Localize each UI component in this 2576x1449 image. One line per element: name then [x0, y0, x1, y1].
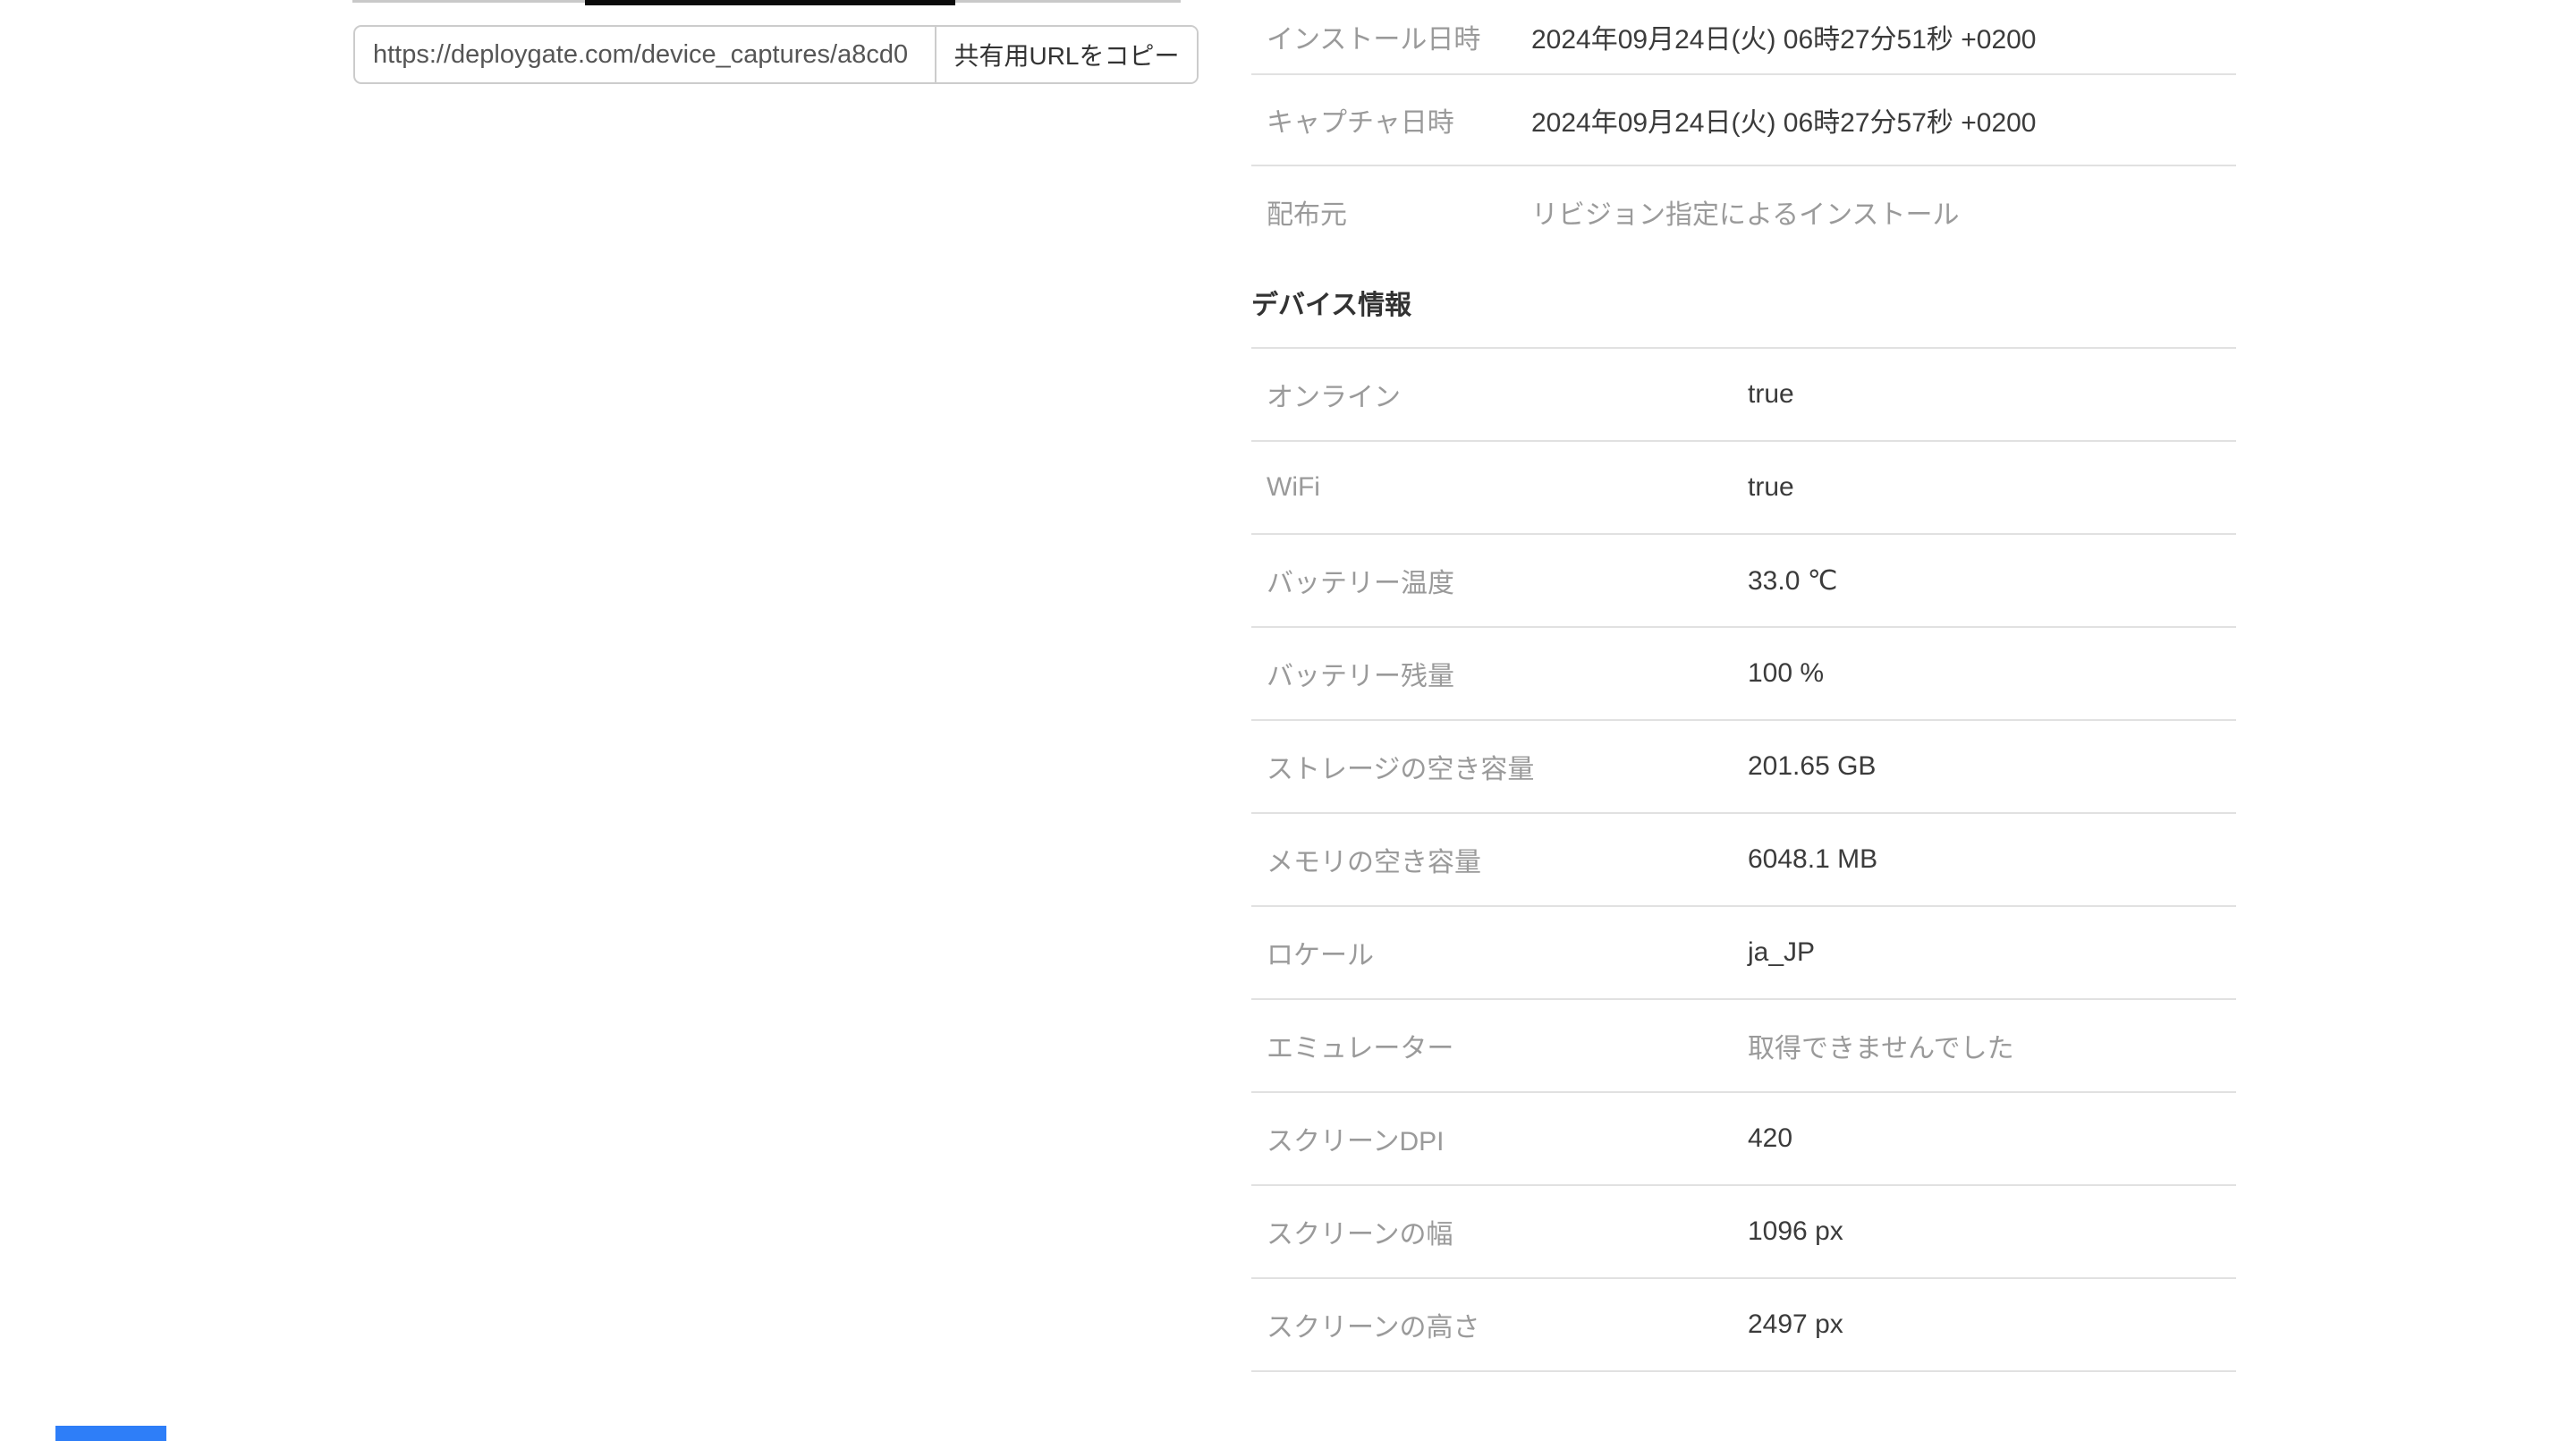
row-label: 配布元 [1267, 200, 1347, 230]
device-row-free-storage: ストレージの空き容量 201.65 GB [1251, 721, 2236, 814]
row-value: 201.65 GB [1748, 751, 1877, 781]
row-label: スクリーンの幅 [1267, 1220, 1453, 1250]
copy-share-url-button[interactable]: 共有用URLをコピー [935, 27, 1197, 82]
device-info-section-title: デバイス情報 [1251, 258, 2236, 349]
row-label: スクリーンDPI [1267, 1127, 1445, 1157]
device-row-screen-dpi: スクリーンDPI 420 [1251, 1093, 2236, 1186]
row-value: 1096 px [1748, 1216, 1843, 1246]
device-row-locale: ロケール ja_JP [1251, 907, 2236, 1000]
row-value: true [1748, 472, 1794, 502]
capture-info-panel: インストール日時 2024年09月24日(火) 06時27分51秒 +0200 … [1251, 0, 2236, 1372]
row-value: ja_JP [1748, 937, 1816, 967]
row-value: 6048.1 MB [1748, 844, 1878, 874]
device-row-wifi: WiFi true [1251, 442, 2236, 535]
row-label: オンライン [1267, 383, 1401, 412]
row-value: 33.0 ℃ [1748, 565, 1838, 596]
row-label: インストール日時 [1267, 25, 1481, 55]
bottom-scrollbar-thumb[interactable] [55, 1426, 166, 1441]
device-row-screen-height: スクリーンの高さ 2497 px [1251, 1279, 2236, 1372]
device-row-screen-width: スクリーンの幅 1096 px [1251, 1186, 2236, 1279]
row-label: ストレージの空き容量 [1267, 755, 1535, 784]
row-value: 2497 px [1748, 1309, 1843, 1339]
row-label: ロケール [1267, 941, 1374, 970]
info-row-distributor: 配布元 リビジョン指定によるインストール [1251, 166, 2236, 258]
row-value: true [1748, 379, 1794, 409]
device-row-battery-level: バッテリー残量 100 % [1251, 628, 2236, 721]
info-row-captured-at: キャプチャ日時 2024年09月24日(火) 06時27分57秒 +0200 [1251, 75, 2236, 166]
row-label: スクリーンの高さ [1267, 1313, 1480, 1343]
device-row-emulator: エミュレーター 取得できませんでした [1251, 1000, 2236, 1093]
row-label: メモリの空き容量 [1267, 848, 1481, 877]
row-value: 2024年09月24日(火) 06時27分57秒 +0200 [1531, 108, 2037, 138]
device-screenshot-bottom-edge [585, 0, 955, 5]
row-label: キャプチャ日時 [1267, 108, 1454, 138]
device-row-free-memory: メモリの空き容量 6048.1 MB [1251, 814, 2236, 907]
row-label: バッテリー残量 [1267, 662, 1454, 691]
info-row-installed-at: インストール日時 2024年09月24日(火) 06時27分51秒 +0200 [1251, 0, 2236, 75]
share-url-group: 共有用URLをコピー [353, 25, 1199, 84]
device-capture-page: 共有用URLをコピー インストール日時 2024年09月24日(火) 06時27… [0, 0, 2576, 1449]
device-row-online: オンライン true [1251, 349, 2236, 442]
row-label: バッテリー温度 [1267, 569, 1454, 598]
row-label: エミュレーター [1267, 1034, 1454, 1063]
share-url-input[interactable] [355, 27, 935, 82]
device-row-battery-temp: バッテリー温度 33.0 ℃ [1251, 535, 2236, 628]
row-value: 420 [1748, 1123, 1793, 1153]
row-value: 2024年09月24日(火) 06時27分51秒 +0200 [1531, 25, 2037, 55]
row-value: 取得できませんでした [1748, 1034, 2014, 1063]
row-value: 100 % [1748, 658, 1825, 688]
row-value: リビジョン指定によるインストール [1531, 200, 1960, 230]
row-label: WiFi [1267, 472, 1320, 502]
